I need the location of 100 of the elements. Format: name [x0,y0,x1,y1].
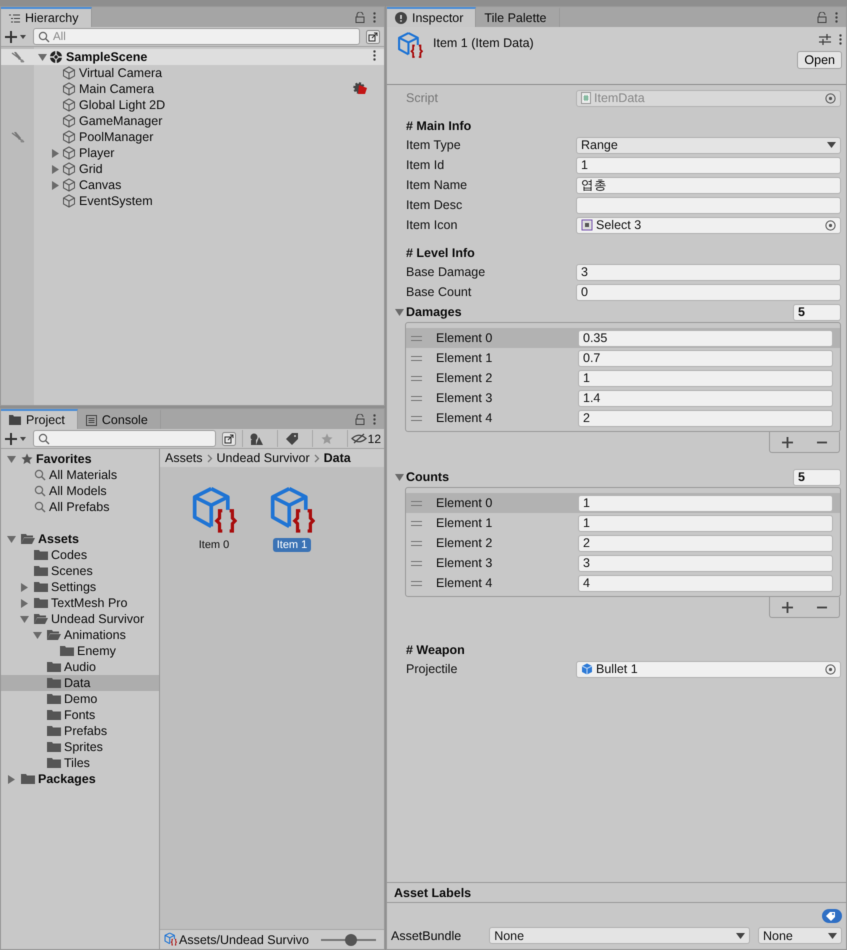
hierarchy-item[interactable]: GameManager [1,113,384,129]
folder-item[interactable]: Assets [1,531,159,547]
hierarchy-item[interactable]: Virtual Camera [1,65,384,81]
object-picker-icon[interactable] [825,220,836,230]
folder-item[interactable]: Prefabs [1,723,159,739]
number-field[interactable]: 2 [578,410,833,426]
object-picker-icon[interactable] [825,664,836,674]
expand-arrow-icon[interactable] [51,180,60,190]
expand-arrow-icon[interactable] [20,582,29,592]
folder-item[interactable]: Scenes [1,563,159,579]
drag-handle-icon[interactable] [411,376,422,380]
asset-name[interactable]: Item 0 [194,538,234,552]
folder-item[interactable]: TextMesh Pro [1,595,159,611]
panel-tab[interactable]: Hierarchy [1,7,92,27]
number-field[interactable]: 2 [578,534,833,552]
expand-arrow-icon[interactable] [7,534,16,544]
text-field[interactable]: 엽총 [576,176,841,194]
array-element-row[interactable]: Element 0 0.35 [406,328,840,348]
number-field[interactable]: 0.7 [578,350,833,366]
drag-handle-icon[interactable] [411,396,422,400]
expand-window-icon[interactable] [222,432,236,446]
array-size-field[interactable]: 5 [793,304,841,320]
expand-arrow-icon[interactable] [20,614,29,624]
number-field[interactable]: 1.4 [578,390,833,406]
plus-icon[interactable] [782,602,793,612]
array-element-row[interactable]: Element 1 0.7 [406,348,840,368]
drag-handle-icon[interactable] [411,336,422,340]
folder-item[interactable]: Settings [1,579,159,595]
more-options-icon[interactable] [373,414,376,424]
more-options-icon[interactable] [835,12,838,22]
object-field[interactable]: Bullet 1 [576,660,841,678]
more-options-icon[interactable] [839,34,842,45]
folder-item[interactable]: Animations [1,627,159,643]
expand-arrow-icon[interactable] [51,148,60,158]
presets-icon[interactable] [819,34,831,45]
hierarchy-item[interactable]: Main Camera [1,81,384,97]
array-element-row[interactable]: Element 2 1 [406,368,840,388]
asset-bundle-dropdown[interactable]: None [489,927,750,944]
folder-item[interactable]: Packages [1,771,159,787]
text-field[interactable]: 0 [576,284,841,300]
array-element-row[interactable]: Element 3 1.4 [406,388,840,408]
add-dropdown-icon[interactable] [5,432,27,444]
more-options-icon[interactable] [373,50,376,61]
drag-handle-icon[interactable] [411,416,422,420]
hidden-packages-button[interactable]: 12 [346,430,384,447]
folder-item[interactable]: All Models [1,483,159,499]
text-field[interactable] [576,196,841,214]
panel-tab[interactable]: Project [1,409,78,429]
expand-arrow-icon[interactable] [33,630,42,640]
drag-handle-icon[interactable] [411,356,422,360]
folder-item[interactable]: Sprites [1,739,159,755]
breadcrumb-link[interactable]: Assets [165,451,203,465]
folder-item[interactable]: All Prefabs [1,499,159,515]
folder-item[interactable]: Undead Survivor [1,611,159,627]
folder-item[interactable]: Favorites [1,451,159,467]
panel-tab[interactable]: Inspector [387,7,476,27]
expand-arrow-icon[interactable] [7,454,16,464]
drag-handle-icon[interactable] [411,560,422,566]
folder-item[interactable]: Fonts [1,707,159,723]
drag-handle-icon[interactable] [411,580,422,586]
variant-dropdown[interactable]: None [758,927,842,944]
expand-arrow-icon[interactable] [20,598,29,608]
lock-icon[interactable] [817,12,827,22]
array-element-row[interactable]: Element 1 1 [406,513,840,533]
hierarchy-item[interactable]: Grid [1,161,384,177]
expand-arrow-icon[interactable] [7,774,16,784]
breadcrumb-link[interactable]: Data [324,451,351,465]
expand-arrow-icon[interactable] [51,164,60,174]
asset-name[interactable]: Item 1 [272,538,312,552]
hierarchy-item[interactable]: Global Light 2D [1,97,384,113]
expand-arrow-icon[interactable] [395,472,404,482]
panel-tab[interactable]: Console [78,409,161,429]
folder-item[interactable]: Codes [1,547,159,563]
drag-handle-icon[interactable] [411,500,422,506]
expand-arrow-icon[interactable] [395,308,404,316]
array-element-row[interactable]: Element 3 3 [406,553,840,573]
hierarchy-item[interactable]: Player [1,145,384,161]
text-field[interactable]: 3 [576,264,841,280]
search-field[interactable] [33,430,216,447]
hierarchy-item[interactable]: PoolManager [1,129,384,145]
drag-handle-icon[interactable] [411,540,422,546]
number-field[interactable]: 1 [578,370,833,386]
hierarchy-item[interactable]: Canvas [1,177,384,193]
folder-item[interactable]: Data [1,675,159,691]
lock-icon[interactable] [355,414,365,424]
type-dropdown[interactable]: Range [576,136,841,154]
plus-icon[interactable] [782,436,793,448]
array-element-row[interactable]: Element 0 1 [406,493,840,513]
folder-item[interactable]: Tiles [1,755,159,771]
folder-item[interactable]: All Materials [1,467,159,483]
array-element-row[interactable]: Element 4 2 [406,408,840,428]
add-dropdown-icon[interactable] [5,30,27,42]
folder-item[interactable]: Audio [1,659,159,675]
label-tag-icon[interactable] [822,909,842,923]
drag-handle-icon[interactable] [411,520,422,526]
number-field[interactable]: 0.35 [578,330,833,346]
array-size-field[interactable]: 5 [793,468,841,486]
hierarchy-item[interactable]: EventSystem [1,193,384,209]
expand-arrow-icon[interactable] [38,52,47,62]
number-field[interactable]: 1 [578,494,833,512]
